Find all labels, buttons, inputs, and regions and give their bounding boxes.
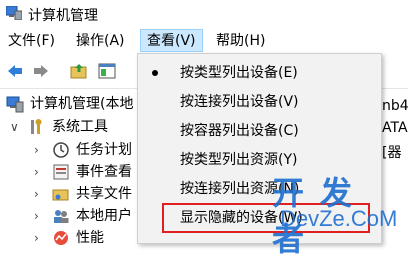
shared-folder-icon bbox=[52, 189, 69, 201]
menu-action[interactable]: 操作(A) bbox=[76, 32, 125, 50]
menu-item-label: 按类型列出资源(Y) bbox=[180, 152, 298, 168]
tree-root-label: 计算机管理(本地 bbox=[30, 96, 134, 112]
users-icon bbox=[54, 210, 69, 223]
tree-item-label: 任务计划 bbox=[76, 142, 132, 158]
menu-view[interactable]: 查看(V) bbox=[140, 29, 203, 52]
event-viewer-icon bbox=[53, 164, 69, 180]
chevron-right-icon[interactable]: › bbox=[34, 139, 39, 161]
title-bar: 计算机管理 bbox=[0, 0, 408, 28]
menu-item-resources-by-connection[interactable]: 按连接列出资源(N) bbox=[138, 174, 381, 204]
tools-icon bbox=[31, 119, 42, 134]
computer-management-icon bbox=[6, 6, 22, 20]
menu-item-devices-by-type[interactable]: 按类型列出设备(E) bbox=[138, 58, 381, 88]
show-hide-console-tree-icon[interactable] bbox=[98, 62, 116, 80]
menu-bar: 文件(F) 操作(A) 查看(V) 帮助(H) bbox=[0, 28, 408, 54]
tree-item-label: 系统工具 bbox=[52, 119, 108, 135]
chevron-down-icon[interactable]: ∨ bbox=[10, 116, 19, 138]
menu-item-label: 按连接列出设备(V) bbox=[180, 94, 299, 110]
performance-icon bbox=[54, 231, 68, 245]
device-pane-text: [器 bbox=[382, 145, 402, 161]
menu-item-label: 按容器列出设备(C) bbox=[180, 123, 299, 139]
tree-item-label: 共享文件 bbox=[76, 186, 132, 202]
tree-item-label: 事件查看 bbox=[76, 164, 132, 180]
radio-bullet-icon bbox=[152, 70, 158, 76]
clock-icon bbox=[53, 142, 69, 158]
up-folder-icon[interactable] bbox=[70, 62, 88, 80]
chevron-right-icon[interactable]: › bbox=[34, 183, 39, 205]
chevron-right-icon[interactable]: › bbox=[34, 205, 39, 227]
tree-item-label: 性能 bbox=[76, 230, 104, 246]
device-pane-text: nb4 bbox=[382, 98, 408, 114]
menu-item-label: 按连接列出资源(N) bbox=[180, 181, 300, 197]
tree-item-label: 本地用户 bbox=[76, 208, 132, 224]
forward-arrow-icon[interactable] bbox=[32, 62, 50, 80]
window-title: 计算机管理 bbox=[28, 8, 98, 24]
menu-item-label: 按类型列出设备(E) bbox=[180, 65, 298, 81]
back-arrow-icon[interactable] bbox=[6, 62, 24, 80]
device-pane-text: ATA bbox=[382, 120, 408, 136]
menu-help[interactable]: 帮助(H) bbox=[216, 32, 265, 50]
chevron-right-icon[interactable]: › bbox=[34, 227, 39, 249]
red-highlight-box bbox=[162, 203, 370, 233]
menu-item-devices-by-container[interactable]: 按容器列出设备(C) bbox=[138, 116, 381, 146]
menu-item-devices-by-connection[interactable]: 按连接列出设备(V) bbox=[138, 87, 381, 117]
computer-management-icon bbox=[6, 96, 24, 113]
menu-item-resources-by-type[interactable]: 按类型列出资源(Y) bbox=[138, 145, 381, 175]
menu-file[interactable]: 文件(F) bbox=[8, 32, 55, 50]
view-menu-dropdown: 按类型列出设备(E) 按连接列出设备(V) 按容器列出设备(C) 按类型列出资源… bbox=[137, 53, 382, 244]
chevron-right-icon[interactable]: › bbox=[34, 161, 39, 183]
